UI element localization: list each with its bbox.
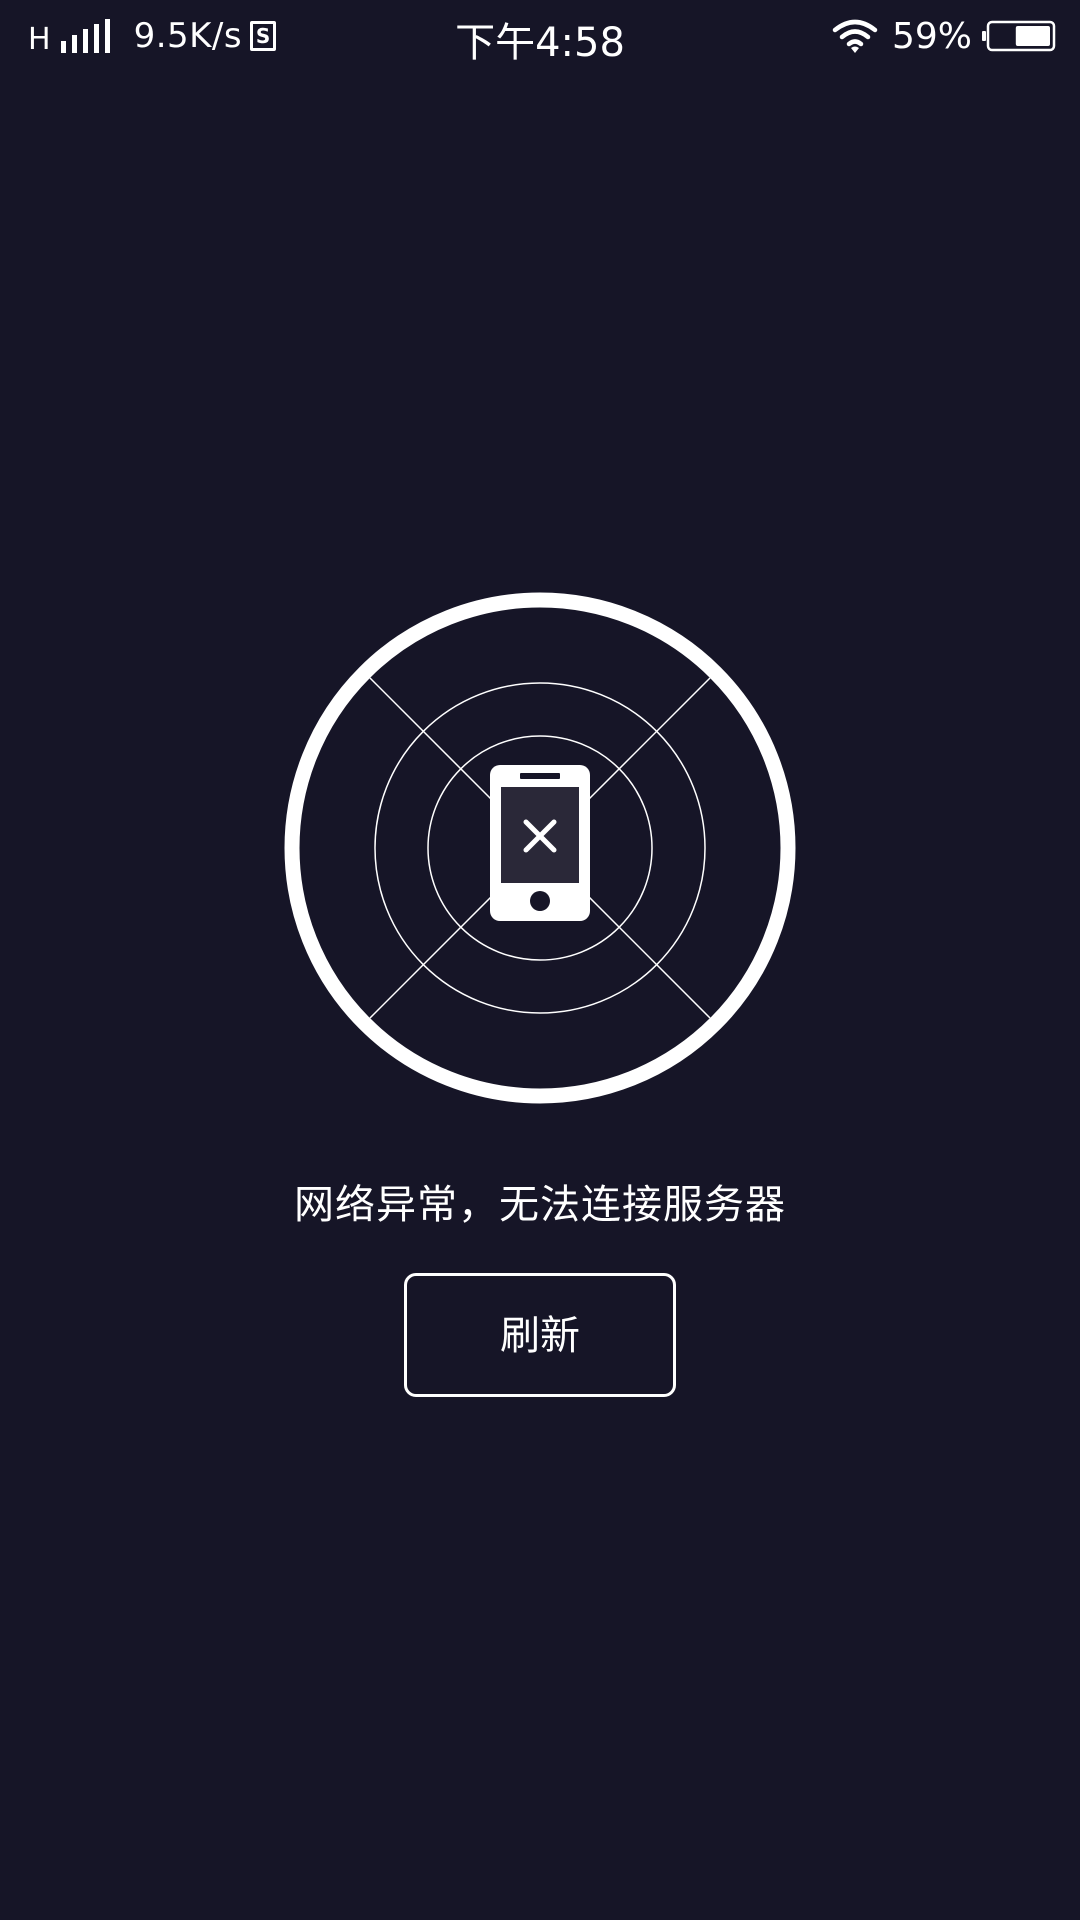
battery-percent: 59% [891, 15, 972, 57]
battery-icon [982, 20, 1056, 52]
status-bar-right: 59% [832, 14, 1056, 58]
wifi-icon [832, 19, 878, 53]
phone-disconnected-icon [284, 592, 796, 1104]
battery-fill [1015, 26, 1050, 46]
refresh-button[interactable]: 刷新 [404, 1273, 676, 1397]
status-bar: H 9.5K/s S 下午4:58 59% [0, 0, 1080, 72]
error-message: 网络异常，无法连接服务器 [294, 1182, 786, 1228]
